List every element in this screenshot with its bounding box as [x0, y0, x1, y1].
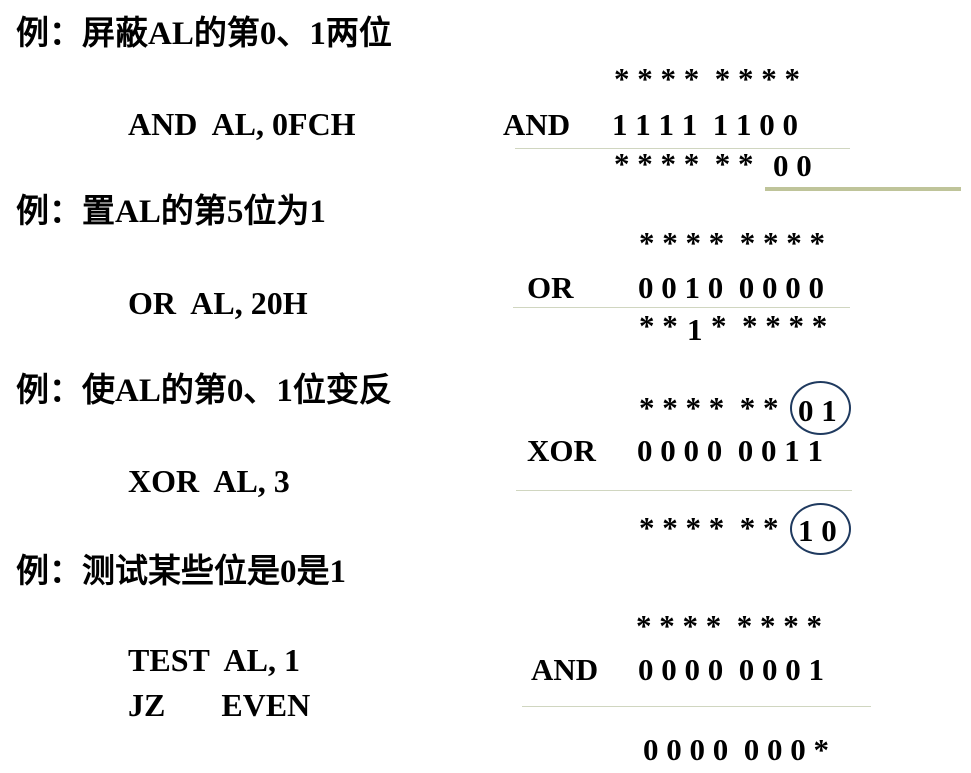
example-1-code: AND AL, 0FCH: [128, 106, 356, 142]
example-1-heading: 例：屏蔽AL的第0、1两位: [16, 16, 392, 52]
example-4-operand: 0 0 0 0 0 0 0 1: [638, 652, 824, 687]
example-4-pattern: * * * * * * * *: [636, 608, 822, 643]
example-1-operator: AND: [503, 107, 571, 142]
example-1-pattern: * * * * * * * *: [614, 61, 800, 96]
example-2-result-stars-b: * * * * *: [711, 308, 828, 343]
example-3-pattern-stars: * * * * * *: [639, 390, 779, 425]
example-2-operator: OR: [527, 270, 574, 305]
example-1-result-bits: 0 0: [773, 148, 812, 183]
highlight-circle-pattern: [790, 381, 851, 435]
example-4-code-test: TEST AL, 1: [128, 642, 300, 678]
example-2-heading: 例：置AL的第5位为1: [16, 194, 326, 230]
example-3-code: XOR AL, 3: [128, 463, 290, 499]
example-3-rule: [516, 490, 852, 491]
example-2-code: OR AL, 20H: [128, 285, 308, 321]
example-2-result-stars-a: * *: [639, 308, 678, 343]
example-3-operator: XOR: [527, 433, 596, 468]
example-1-operand: 1 1 1 1 1 1 0 0: [612, 107, 798, 142]
example-3-result-stars: * * * * * *: [639, 510, 779, 545]
example-3-heading: 例：使AL的第0、1位变反: [16, 373, 392, 409]
highlight-circle-result: [790, 503, 851, 555]
example-2-result-one: 1: [687, 312, 703, 347]
accent-bar: [765, 187, 961, 191]
example-4-operator: AND: [531, 652, 599, 687]
example-4-code-jz: JZ EVEN: [128, 687, 311, 723]
example-2-operand: 0 0 1 0 0 0 0 0: [638, 270, 824, 305]
example-4-heading: 例：测试某些位是0是1: [16, 554, 346, 590]
example-3-operand: 0 0 0 0 0 0 1 1: [637, 433, 823, 468]
example-4-result: 0 0 0 0 0 0 0 *: [643, 732, 829, 767]
example-2-pattern: * * * * * * * *: [639, 225, 825, 260]
example-1-result-stars: * * * * * *: [614, 146, 754, 181]
example-4-rule: [522, 706, 871, 707]
